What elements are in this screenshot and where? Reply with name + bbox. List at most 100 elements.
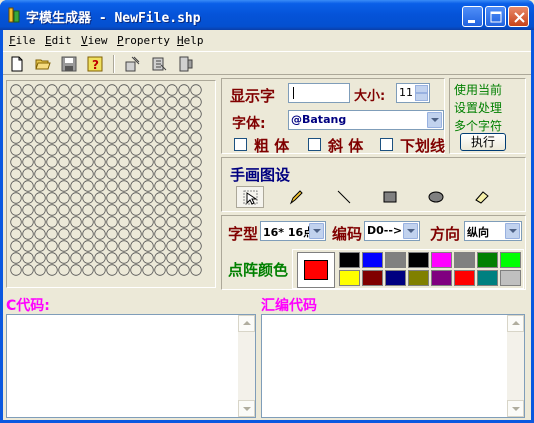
grid-dot[interactable] xyxy=(166,228,178,240)
grid-dot[interactable] xyxy=(58,240,70,252)
direction-combo[interactable]: 纵向 xyxy=(464,221,522,241)
grid-dot[interactable] xyxy=(10,96,22,108)
grid-dot[interactable] xyxy=(142,144,154,156)
minimize-button[interactable] xyxy=(462,6,483,27)
grid-dot[interactable] xyxy=(142,264,154,276)
grid-dot[interactable] xyxy=(46,144,58,156)
grid-dot[interactable] xyxy=(70,84,82,96)
grid-dot[interactable] xyxy=(46,204,58,216)
color-swatch[interactable] xyxy=(339,270,360,286)
grid-dot[interactable] xyxy=(22,108,34,120)
menu-edit[interactable]: Edit xyxy=(45,34,72,47)
grid-dot[interactable] xyxy=(82,252,94,264)
chevron-down-icon[interactable] xyxy=(427,112,442,128)
color-swatch[interactable] xyxy=(477,270,498,286)
grid-dot[interactable] xyxy=(94,156,106,168)
grid-dot[interactable] xyxy=(178,108,190,120)
grid-dot[interactable] xyxy=(94,96,106,108)
select-arrow-icon[interactable] xyxy=(236,186,264,208)
grid-dot[interactable] xyxy=(166,96,178,108)
grid-dot[interactable] xyxy=(166,204,178,216)
grid-dot[interactable] xyxy=(118,228,130,240)
grid-dot[interactable] xyxy=(106,168,118,180)
scroll-down-icon[interactable] xyxy=(238,400,255,417)
c-code-textarea[interactable] xyxy=(6,314,256,418)
grid-dot[interactable] xyxy=(190,252,202,264)
grid-dot[interactable] xyxy=(22,132,34,144)
grid-dot[interactable] xyxy=(106,204,118,216)
grid-dot[interactable] xyxy=(34,144,46,156)
grid-dot[interactable] xyxy=(106,216,118,228)
grid-dot[interactable] xyxy=(46,108,58,120)
grid-dot[interactable] xyxy=(46,132,58,144)
scroll-up-icon[interactable] xyxy=(507,315,524,332)
grid-dot[interactable] xyxy=(154,156,166,168)
grid-dot[interactable] xyxy=(118,96,130,108)
close-button[interactable] xyxy=(508,6,529,27)
tool-a-icon[interactable] xyxy=(123,54,143,74)
asm-code-textarea[interactable] xyxy=(261,314,525,418)
dot-matrix-grid[interactable] xyxy=(7,81,215,287)
grid-dot[interactable] xyxy=(34,108,46,120)
grid-dot[interactable] xyxy=(118,168,130,180)
grid-dot[interactable] xyxy=(58,84,70,96)
grid-dot[interactable] xyxy=(130,228,142,240)
grid-dot[interactable] xyxy=(46,264,58,276)
grid-dot[interactable] xyxy=(130,240,142,252)
grid-dot[interactable] xyxy=(154,264,166,276)
grid-dot[interactable] xyxy=(10,168,22,180)
grid-dot[interactable] xyxy=(46,180,58,192)
grid-dot[interactable] xyxy=(166,144,178,156)
color-swatch[interactable] xyxy=(454,252,475,268)
grid-dot[interactable] xyxy=(130,120,142,132)
grid-dot[interactable] xyxy=(22,192,34,204)
grid-dot[interactable] xyxy=(142,228,154,240)
grid-dot[interactable] xyxy=(22,204,34,216)
scroll-up-icon[interactable] xyxy=(238,315,255,332)
grid-dot[interactable] xyxy=(58,264,70,276)
grid-dot[interactable] xyxy=(142,252,154,264)
grid-dot[interactable] xyxy=(22,144,34,156)
grid-dot[interactable] xyxy=(94,192,106,204)
grid-dot[interactable] xyxy=(58,120,70,132)
grid-dot[interactable] xyxy=(190,120,202,132)
grid-dot[interactable] xyxy=(10,216,22,228)
rectangle-icon[interactable] xyxy=(376,186,404,208)
grid-dot[interactable] xyxy=(34,240,46,252)
grid-dot[interactable] xyxy=(190,264,202,276)
grid-dot[interactable] xyxy=(190,180,202,192)
grid-dot[interactable] xyxy=(130,204,142,216)
title-bar[interactable]: 字模生成器 - NewFile.shp xyxy=(0,0,534,30)
italic-checkbox[interactable] xyxy=(308,138,321,151)
maximize-button[interactable] xyxy=(485,6,506,27)
line-icon[interactable] xyxy=(330,186,358,208)
color-swatch[interactable] xyxy=(454,270,475,286)
grid-dot[interactable] xyxy=(10,84,22,96)
grid-dot[interactable] xyxy=(22,240,34,252)
grid-dot[interactable] xyxy=(190,192,202,204)
color-swatch[interactable] xyxy=(500,252,521,268)
grid-dot[interactable] xyxy=(190,108,202,120)
dot-matrix-canvas[interactable] xyxy=(6,80,216,288)
grid-dot[interactable] xyxy=(70,156,82,168)
grid-dot[interactable] xyxy=(190,168,202,180)
grid-dot[interactable] xyxy=(178,168,190,180)
grid-dot[interactable] xyxy=(22,228,34,240)
grid-dot[interactable] xyxy=(178,192,190,204)
grid-dot[interactable] xyxy=(106,180,118,192)
grid-dot[interactable] xyxy=(46,228,58,240)
grid-dot[interactable] xyxy=(154,180,166,192)
grid-dot[interactable] xyxy=(130,180,142,192)
grid-dot[interactable] xyxy=(22,120,34,132)
grid-dot[interactable] xyxy=(22,96,34,108)
grid-dot[interactable] xyxy=(58,180,70,192)
grid-dot[interactable] xyxy=(178,120,190,132)
grid-dot[interactable] xyxy=(70,108,82,120)
grid-dot[interactable] xyxy=(166,156,178,168)
grid-dot[interactable] xyxy=(82,156,94,168)
grid-dot[interactable] xyxy=(10,192,22,204)
grid-dot[interactable] xyxy=(154,192,166,204)
execute-button[interactable]: 执行 xyxy=(460,133,506,151)
grid-dot[interactable] xyxy=(106,108,118,120)
color-swatch[interactable] xyxy=(385,270,406,286)
